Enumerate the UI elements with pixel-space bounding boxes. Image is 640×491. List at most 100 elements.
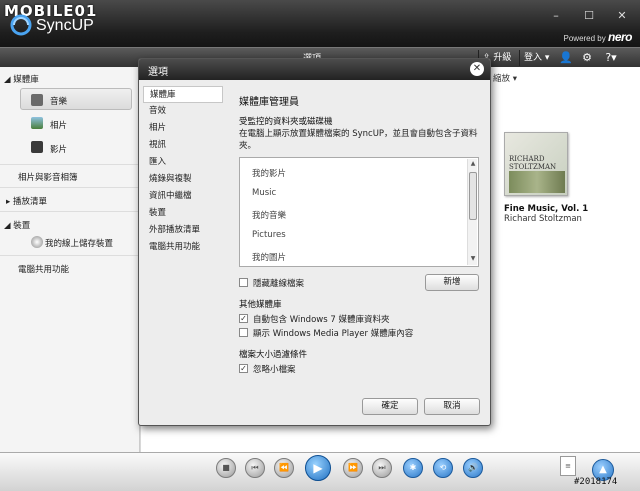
collapse-arrow-icon: ◢ [4,221,11,231]
fast-forward-button[interactable]: ⏩ [343,458,363,478]
other-libraries-heading: 其他媒體庫 [239,300,282,310]
sidebar-devices-label: 裝置 [13,221,31,231]
user-add-icon[interactable]: 👤 [559,51,573,65]
nav-item-video[interactable]: 視訊 [143,137,223,154]
ignore-small-checkbox[interactable]: ✓ [239,364,248,373]
zoom-dropdown[interactable]: 縮放 ▾ [493,72,517,84]
music-icon [31,94,43,106]
app-logo-name: SyncUP [36,17,94,34]
add-folder-button[interactable]: 新增 [425,274,479,291]
nero-brand: nero [607,30,633,44]
album-cover-art [509,171,565,193]
nav-item-external-playlists[interactable]: 外部播放清單 [143,222,223,239]
shuffle-button[interactable]: ✱ [403,458,423,478]
login-button[interactable]: 登入 ▾ [519,50,553,66]
folder-item[interactable]: 我的圖片 [252,251,286,263]
gear-icon[interactable]: ⚙ [580,51,594,65]
auto-include-checkbox[interactable]: ✓ [239,314,248,323]
next-button[interactable]: ⏭ [372,458,392,478]
sidebar-item-videos[interactable]: 影片 [50,143,67,155]
play-button[interactable]: ▶ [305,455,331,481]
divider [0,164,140,165]
folder-item[interactable]: Music [252,188,276,198]
cancel-button[interactable]: 取消 [424,398,480,415]
syncup-logo-icon [10,14,32,36]
divider [0,255,140,256]
chevron-down-icon: ▾ [544,53,550,63]
nav-item-photos[interactable]: 相片 [143,120,223,137]
powered-by-label: Powered by [563,34,606,43]
album-artist: Richard Stoltzman [504,214,582,224]
nav-item-burn-copy[interactable]: 燒錄與複製 [143,171,223,188]
photos-icon[interactable] [31,117,43,129]
monitored-folders-heading: 受監控的資料夾或磁碟機 [239,117,333,127]
repeat-button[interactable]: ⟲ [433,458,453,478]
monitored-desc-line-2: 夾。 [239,141,257,151]
zoom-label: 縮放 [493,74,511,84]
folder-item[interactable]: Pictures [252,230,286,240]
show-wmp-label: 顯示 Windows Media Player 媒體庫內容 [253,329,414,339]
monitored-desc-line-1: 在電腦上顯示放置媒體檔案的 SyncUP，並且會自動包含子資料 [239,129,478,139]
sidebar-item-playlists[interactable]: ▸ 播放清單 [6,195,47,207]
album-cover[interactable]: RICHARD STOLTZMAN [504,132,568,196]
nav-item-library[interactable]: 媒體庫 [143,86,223,103]
chevron-down-icon: ▾ [611,51,617,64]
login-label: 登入 [524,53,543,63]
nav-item-pc-sharing[interactable]: 電腦共用功能 [143,239,223,256]
sidebar-devices-header[interactable]: ◢ 裝置 [4,219,30,231]
minimize-button[interactable]: – [549,9,563,23]
scroll-down-icon[interactable]: ▼ [468,254,478,264]
nav-item-audio[interactable]: 音效 [143,103,223,120]
watermark: #2018174 [574,477,618,487]
sidebar-library-label: 媒體庫 [13,75,39,85]
options-dialog: 選項 ✕ 媒體庫 音效 相片 視訊 匯入 燒錄與複製 資訊中繼檔 裝置 外部播放… [138,58,491,426]
album-cover-text: RICHARD STOLTZMAN [509,155,557,171]
sidebar-item-photos[interactable]: 相片 [50,119,67,131]
sidebar-playlists-label: 播放清單 [12,197,47,207]
folders-scrollbar[interactable]: ▲ ▼ [467,159,477,265]
divider [0,211,140,212]
ok-button[interactable]: 確定 [362,398,418,415]
hide-offline-checkbox[interactable] [239,278,248,287]
scroll-up-icon[interactable]: ▲ [468,159,478,169]
scroll-thumb[interactable] [469,172,477,220]
collapse-arrow-icon: ◢ [4,75,11,85]
powered-by: Powered by nero [564,30,633,44]
sidebar-item-music-label: 音樂 [50,97,68,107]
folder-item[interactable]: 我的音樂 [252,209,286,221]
sidebar-item-photo-video-albums[interactable]: 相片與影音相簿 [18,171,78,183]
show-wmp-checkbox[interactable] [239,328,248,337]
sidebar-library-header[interactable]: ◢ 媒體庫 [4,73,39,85]
previous-button[interactable]: ⏮ [245,458,265,478]
dialog-close-button[interactable]: ✕ [470,62,484,76]
sidebar-item-pc-sharing[interactable]: 電腦共用功能 [18,263,69,275]
player-bar: ■ ⏮ ⏪ ▶ ⏩ ⏭ ✱ ⟲ 🔊 [0,452,640,491]
rewind-button[interactable]: ⏪ [274,458,294,478]
volume-button[interactable]: 🔊 [463,458,483,478]
filesize-filter-heading: 檔案大小過濾條件 [239,350,308,360]
help-button[interactable]: ?▾ [600,51,622,65]
folder-item[interactable]: 我的影片 [252,167,286,179]
nav-item-import[interactable]: 匯入 [143,154,223,171]
chevron-down-icon: ▾ [512,74,517,84]
nav-item-devices[interactable]: 裝置 [143,205,223,222]
stop-button[interactable]: ■ [216,458,236,478]
close-window-button[interactable]: ✕ [615,9,629,23]
dialog-title: 選項 [148,67,168,78]
maximize-button[interactable]: ☐ [582,9,596,23]
monitored-folders-list[interactable]: 我的影片 Music 我的音樂 Pictures 我的圖片 ▲ ▼ [239,157,479,267]
library-manager-heading: 媒體庫管理員 [239,97,299,108]
upgrade-label: 升級 [493,53,512,63]
cloud-storage-icon [31,236,43,248]
auto-include-label: 自動包含 Windows 7 媒體庫資料夾 [253,315,390,325]
top-bar: MOBILE01 SyncUP – ☐ ✕ Powered by nero [0,0,640,47]
hide-offline-label: 隱藏離線檔案 [253,279,305,289]
sidebar: ◢ 媒體庫 音樂 相片 影片 相片與影音相簿 ▸ 播放清單 ◢ 裝置 我的線上儲… [0,67,140,452]
divider [0,187,140,188]
video-icon[interactable] [31,141,43,153]
dialog-nav: 媒體庫 音效 相片 視訊 匯入 燒錄與複製 資訊中繼檔 裝置 外部播放清單 電腦… [143,86,223,256]
album-title[interactable]: Fine Music, Vol. 1 [504,204,588,214]
sidebar-item-online-storage[interactable]: 我的線上儲存裝置 [45,237,113,249]
now-playing-list-icon[interactable]: ≡ [560,456,576,476]
nav-item-metadata[interactable]: 資訊中繼檔 [143,188,223,205]
